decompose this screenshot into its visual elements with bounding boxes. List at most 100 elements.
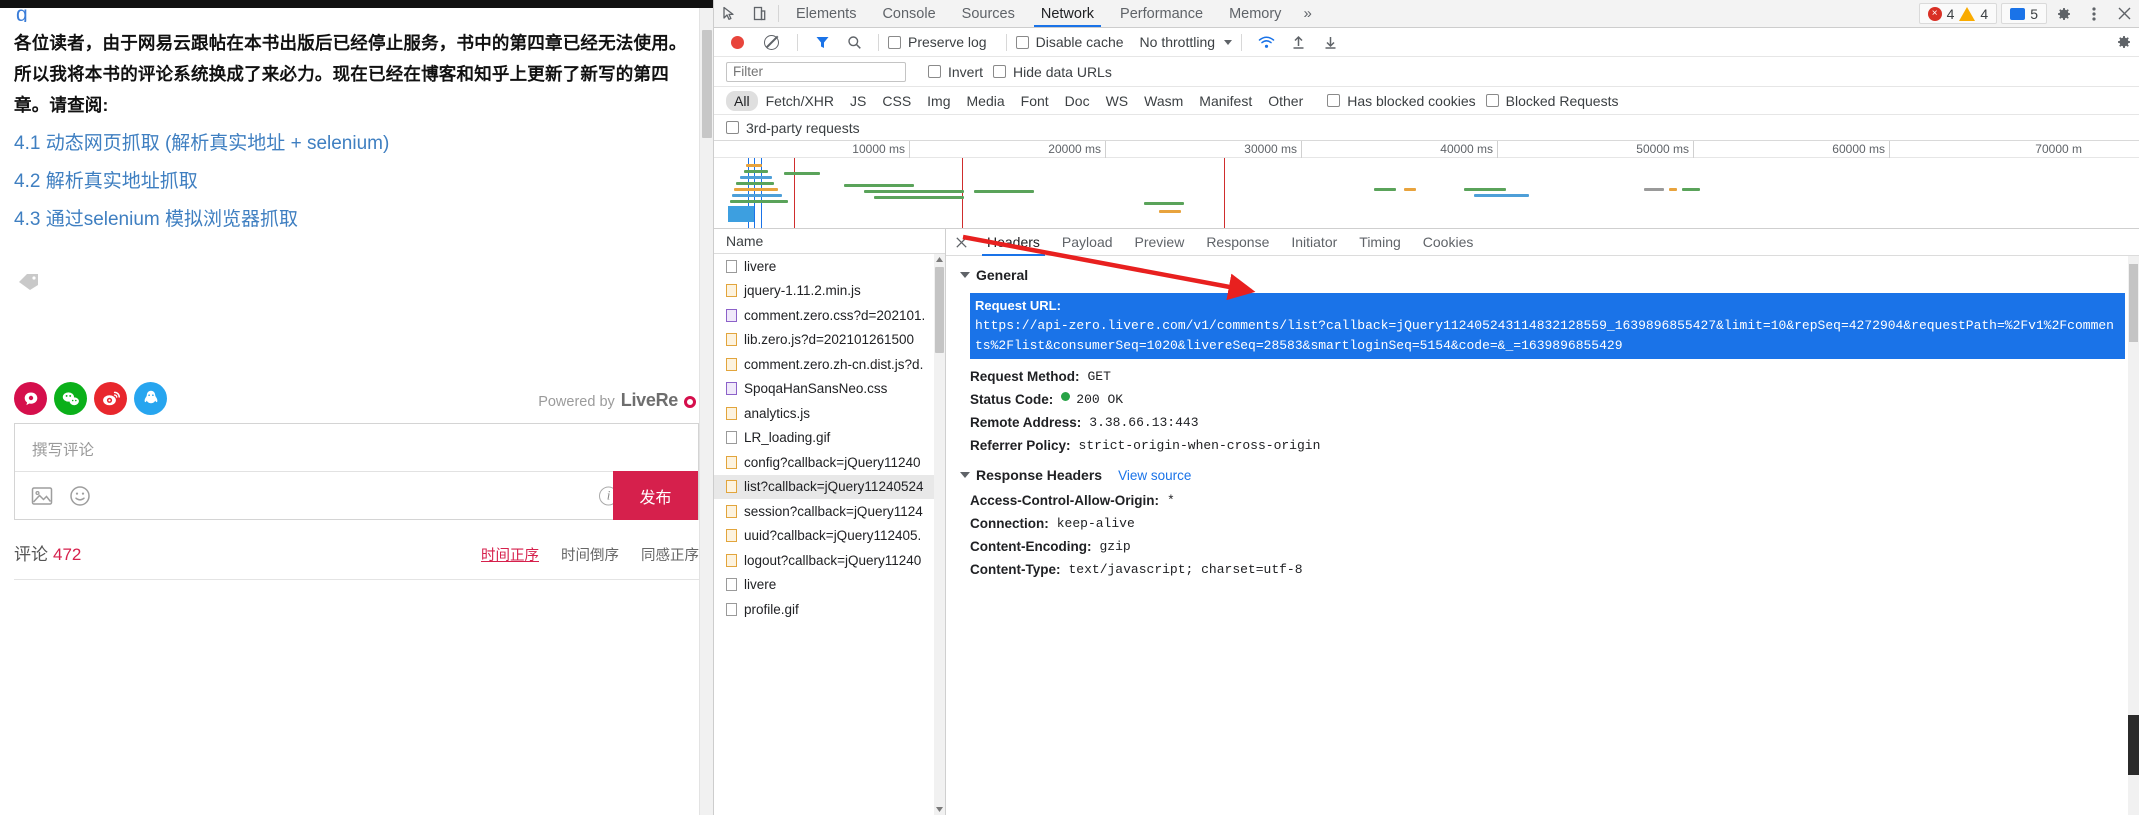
wifi-icon[interactable] (1251, 35, 1281, 50)
image-icon[interactable] (31, 485, 53, 507)
detail-tab-headers[interactable]: Headers (976, 229, 1051, 256)
invert-option[interactable]: Invert (928, 64, 983, 80)
table-row[interactable]: jquery-1.11.2.min.js (714, 279, 945, 304)
type-filter-font[interactable]: Font (1013, 91, 1057, 111)
qq-icon[interactable] (134, 382, 167, 415)
type-filter-ws[interactable]: WS (1098, 91, 1137, 111)
detail-tab-initiator[interactable]: Initiator (1280, 229, 1348, 256)
funnel-icon[interactable] (807, 35, 837, 50)
hide-data-urls-checkbox[interactable] (993, 65, 1007, 78)
has-blocked-cookies-checkbox[interactable] (1327, 94, 1341, 107)
third-party-checkbox[interactable] (726, 121, 739, 134)
scroll-down-icon[interactable] (934, 804, 945, 815)
table-row[interactable]: lib.zero.js?d=202101261500 (714, 328, 945, 353)
type-filter-js[interactable]: JS (842, 91, 874, 111)
scroll-up-icon[interactable] (934, 254, 945, 265)
kebab-menu-icon[interactable] (2079, 0, 2109, 27)
details-scrollbar-thumb[interactable] (2129, 264, 2138, 342)
tab-memory[interactable]: Memory (1216, 0, 1294, 27)
search-icon[interactable] (839, 35, 869, 50)
close-icon[interactable] (2109, 0, 2139, 27)
type-filter-other[interactable]: Other (1260, 91, 1311, 111)
invert-checkbox[interactable] (928, 65, 941, 78)
detail-tab-response[interactable]: Response (1195, 229, 1280, 256)
table-row[interactable]: LR_loading.gif (714, 426, 945, 451)
filter-input[interactable] (726, 61, 906, 82)
table-row[interactable]: analytics.js (714, 401, 945, 426)
network-overview-timeline[interactable]: 10000 ms 20000 ms 30000 ms 40000 ms 5000… (714, 141, 2139, 229)
tab-sources[interactable]: Sources (949, 0, 1028, 27)
detail-tab-preview[interactable]: Preview (1124, 229, 1196, 256)
general-section-header[interactable]: General (946, 265, 2139, 289)
issue-counters[interactable]: × 4 4 (1918, 3, 1998, 24)
request-url-value[interactable]: https://api-zero.livere.com/v1/comments/… (975, 316, 2120, 356)
table-row[interactable]: uuid?callback=jQuery112405. (714, 524, 945, 549)
disable-cache-checkbox[interactable] (1015, 35, 1029, 49)
type-filter-all[interactable]: All (726, 90, 758, 111)
type-filter-css[interactable]: CSS (874, 91, 919, 111)
sort-time-desc[interactable]: 时间倒序 (561, 544, 619, 565)
request-list-header[interactable]: Name (714, 229, 945, 254)
record-button[interactable] (731, 35, 744, 49)
details-scrollbar[interactable] (2128, 256, 2139, 815)
request-list-scrollbar-thumb[interactable] (935, 267, 944, 353)
tab-performance[interactable]: Performance (1107, 0, 1216, 27)
tab-console[interactable]: Console (869, 0, 948, 27)
weibo-icon[interactable] (94, 382, 127, 415)
page-scrollbar-thumb[interactable] (702, 30, 712, 138)
emoji-icon[interactable] (69, 485, 91, 507)
table-row[interactable]: SpoqaHanSansNeo.css (714, 377, 945, 402)
sort-time-asc[interactable]: 时间正序 (481, 544, 539, 565)
table-row[interactable]: logout?callback=jQuery11240 (714, 548, 945, 573)
type-filter-wasm[interactable]: Wasm (1136, 91, 1191, 111)
view-source-link[interactable]: View source (1118, 468, 1191, 483)
wechat-icon[interactable] (54, 382, 87, 415)
more-tabs-icon[interactable]: » (1294, 0, 1320, 27)
hide-data-urls-option[interactable]: Hide data URLs (993, 64, 1112, 80)
tab-network[interactable]: Network (1028, 0, 1107, 27)
inspect-icon[interactable] (714, 0, 744, 27)
table-row[interactable]: comment.zero.zh-cn.dist.js?d. (714, 352, 945, 377)
message-counter[interactable]: 5 (2001, 3, 2047, 24)
detail-tab-timing[interactable]: Timing (1348, 229, 1412, 256)
table-row[interactable]: config?callback=jQuery11240 (714, 450, 945, 475)
comment-input[interactable]: 撰写评论 (15, 424, 698, 471)
detail-tab-cookies[interactable]: Cookies (1412, 229, 1485, 256)
details-scrollbar-dark-segment[interactable] (2128, 715, 2139, 775)
publish-button[interactable]: 发布 (613, 471, 698, 520)
blocked-requests-checkbox[interactable] (1485, 94, 1499, 107)
page-scrollbar[interactable] (699, 8, 713, 815)
blocked-requests-option[interactable]: Blocked Requests (1485, 93, 1618, 109)
has-blocked-cookies-option[interactable]: Has blocked cookies (1327, 93, 1476, 109)
livere-icon[interactable] (14, 382, 47, 415)
type-filter-doc[interactable]: Doc (1057, 91, 1098, 111)
toc-link-4-2[interactable]: 4.2 解析真实地址抓取 (14, 166, 699, 197)
type-filter-img[interactable]: Img (919, 91, 958, 111)
type-filter-manifest[interactable]: Manifest (1191, 91, 1260, 111)
request-list-body[interactable]: livere jquery-1.11.2.min.js comment.zero… (714, 254, 945, 815)
settings-gear-icon[interactable] (2049, 0, 2079, 27)
import-har-icon[interactable] (1283, 35, 1313, 50)
preserve-log-option[interactable]: Preserve log (888, 34, 987, 50)
response-headers-section-header[interactable]: Response Headers View source (946, 465, 2139, 489)
third-party-option[interactable]: 3rd-party requests (726, 120, 860, 136)
network-settings-gear-icon[interactable] (2109, 34, 2139, 50)
table-row[interactable]: profile.gif (714, 597, 945, 622)
tab-elements[interactable]: Elements (783, 0, 869, 27)
type-filter-media[interactable]: Media (959, 91, 1013, 111)
table-row[interactable]: livere (714, 254, 945, 279)
table-row[interactable]: livere (714, 573, 945, 598)
toc-link-4-1[interactable]: 4.1 动态网页抓取 (解析真实地址 + selenium) (14, 128, 699, 159)
close-details-icon[interactable] (946, 236, 976, 248)
device-toolbar-icon[interactable] (744, 0, 774, 27)
disable-cache-option[interactable]: Disable cache (1015, 34, 1124, 50)
clear-button[interactable] (764, 34, 779, 50)
toc-link-4-3[interactable]: 4.3 通过selenium 模拟浏览器抓取 (14, 204, 699, 235)
preserve-log-checkbox[interactable] (888, 35, 901, 49)
throttling-select[interactable]: No throttling (1140, 34, 1233, 50)
table-row[interactable]: session?callback=jQuery1124 (714, 499, 945, 524)
export-har-icon[interactable] (1315, 35, 1345, 50)
table-row[interactable]: comment.zero.css?d=202101. (714, 303, 945, 328)
detail-tab-payload[interactable]: Payload (1051, 229, 1124, 256)
request-list-scrollbar[interactable] (934, 254, 945, 815)
